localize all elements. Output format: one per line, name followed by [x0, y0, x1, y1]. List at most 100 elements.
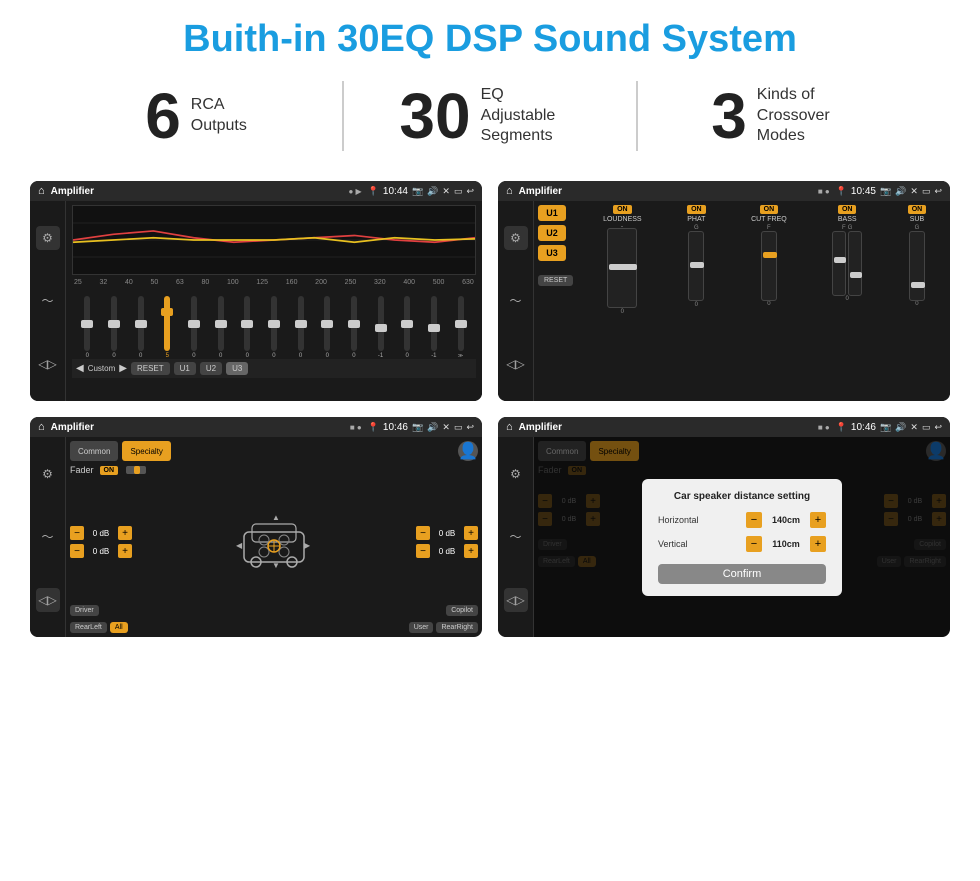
svg-text:▼: ▼ — [272, 561, 280, 570]
eq-slider-11[interactable]: 0 — [351, 296, 357, 359]
distance-speaker-icon[interactable]: ◁▷ — [504, 588, 528, 612]
eq-wave-icon[interactable]: 〜 — [36, 289, 60, 313]
user-btn[interactable]: User — [409, 622, 434, 633]
stat-eq: 30 EQ AdjustableSegments — [354, 84, 626, 148]
crossover-reset-btn[interactable]: RESET — [538, 275, 573, 286]
home-icon-4[interactable]: ⌂ — [506, 421, 513, 433]
copilot-btn[interactable]: Copilot — [446, 605, 478, 616]
camera-icon-4: 📷 — [880, 422, 891, 433]
distance-back-icon[interactable]: ↩ — [934, 422, 942, 433]
eq-slider-6[interactable]: 0 — [218, 296, 224, 359]
db-plus-3[interactable]: + — [464, 526, 478, 540]
eq-speaker-icon[interactable]: ◁▷ — [36, 352, 60, 376]
crossover-back-icon[interactable]: ↩ — [934, 186, 942, 197]
eq-slider-5[interactable]: 0 — [191, 296, 197, 359]
location-icon-4: 📍 — [836, 422, 847, 433]
modal-horizontal-row: Horizontal − 140cm + — [658, 512, 826, 528]
rearright-btn[interactable]: RearRight — [436, 622, 478, 633]
eq-time: 10:44 — [383, 186, 408, 197]
eq-status-icons: 📍 10:44 📷 🔊 ✕ ▭ ↩ — [368, 186, 474, 197]
distance-filter-icon[interactable]: ⚙ — [504, 462, 528, 486]
bass-slider-g[interactable] — [848, 231, 862, 296]
eq-rect-icon: ▭ — [454, 186, 463, 197]
eq-next-btn[interactable]: ▶ — [119, 363, 127, 374]
eq-back-icon[interactable]: ↩ — [466, 186, 474, 197]
eq-slider-12[interactable]: -1 — [378, 296, 384, 359]
camera-icon-3: 📷 — [412, 422, 423, 433]
home-icon-3[interactable]: ⌂ — [38, 421, 45, 433]
fader-speaker-icon[interactable]: ◁▷ — [36, 588, 60, 612]
crossover-filter-icon[interactable]: ⚙ — [504, 226, 528, 250]
home-icon-2[interactable]: ⌂ — [506, 185, 513, 197]
bass-slider-f[interactable] — [832, 231, 846, 296]
stat-divider-2 — [636, 81, 638, 151]
location-icon-3: 📍 — [368, 422, 379, 433]
sub-slider[interactable] — [909, 231, 925, 301]
eq-u3-btn[interactable]: U3 — [226, 362, 248, 375]
specialty-tab[interactable]: Specialty — [122, 441, 170, 461]
fader-back-icon[interactable]: ↩ — [466, 422, 474, 433]
cutfreq-label: CUT FREQ — [751, 216, 787, 223]
fader-on-btn[interactable]: ON — [100, 466, 119, 475]
db-plus-1[interactable]: + — [118, 526, 132, 540]
phat-slider[interactable] — [688, 231, 704, 301]
home-icon[interactable]: ⌂ — [38, 185, 45, 197]
eq-slider-10[interactable]: 0 — [324, 296, 330, 359]
fader-status-bar: ⌂ Amplifier ■ ● 📍 10:46 📷 🔊 ✕ ▭ ↩ — [30, 417, 482, 437]
horizontal-plus-btn[interactable]: + — [810, 512, 826, 528]
eq-slider-14[interactable]: -1 — [431, 296, 437, 359]
vertical-minus-btn[interactable]: − — [746, 536, 762, 552]
speaker-icon-2: 🔊 — [895, 186, 906, 197]
preset-u2-btn[interactable]: U2 — [538, 225, 566, 241]
fader-slider-mini[interactable] — [126, 466, 146, 474]
eq-slider-1[interactable]: 0 — [84, 296, 90, 359]
crossover-wave-icon[interactable]: 〜 — [504, 289, 528, 313]
eq-prev-btn[interactable]: ◀ — [76, 363, 84, 374]
eq-slider-7[interactable]: 0 — [244, 296, 250, 359]
eq-app-title: Amplifier — [51, 186, 94, 197]
distance-app-title: Amplifier — [519, 422, 562, 433]
eq-slider-9[interactable]: 0 — [298, 296, 304, 359]
eq-slider-4[interactable]: 5 — [164, 296, 170, 359]
eq-slider-3[interactable]: 0 — [138, 296, 144, 359]
all-btn[interactable]: All — [110, 622, 128, 633]
distance-wave-icon[interactable]: 〜 — [504, 525, 528, 549]
crossover-status-bar: ⌂ Amplifier ■ ● 📍 10:45 📷 🔊 ✕ ▭ ↩ — [498, 181, 950, 201]
preset-u3-btn[interactable]: U3 — [538, 245, 566, 261]
eq-reset-btn[interactable]: RESET — [131, 362, 170, 375]
db-minus-2[interactable]: − — [70, 544, 84, 558]
crossover-screen: ⚙ 〜 ◁▷ U1 U2 U3 RESET ON LOUDNESS — [498, 201, 950, 401]
eq-slider-2[interactable]: 0 — [111, 296, 117, 359]
eq-slider-8[interactable]: 0 — [271, 296, 277, 359]
db-minus-4[interactable]: − — [416, 544, 430, 558]
driver-btn[interactable]: Driver — [70, 605, 99, 616]
horizontal-minus-btn[interactable]: − — [746, 512, 762, 528]
distance-rect-icon: ▭ — [922, 422, 931, 433]
cutfreq-slider[interactable] — [761, 231, 777, 301]
vertical-plus-btn[interactable]: + — [810, 536, 826, 552]
rearleft-btn[interactable]: RearLeft — [70, 622, 107, 633]
stat-label-rca: RCAOutputs — [191, 95, 247, 137]
eq-slider-15[interactable]: ≫ — [458, 296, 464, 359]
db-minus-3[interactable]: − — [416, 526, 430, 540]
fader-screen-wrapper: ⚙ 〜 ◁▷ Common Specialty 👤 Fader ON — [30, 437, 482, 637]
db-plus-2[interactable]: + — [118, 544, 132, 558]
common-tab[interactable]: Common — [70, 441, 118, 461]
preset-u1-btn[interactable]: U1 — [538, 205, 566, 221]
eq-slider-13[interactable]: 0 — [404, 296, 410, 359]
confirm-btn[interactable]: Confirm — [658, 564, 826, 584]
db-plus-4[interactable]: + — [464, 544, 478, 558]
db-minus-1[interactable]: − — [70, 526, 84, 540]
loudness-slider[interactable] — [607, 228, 637, 308]
fader-visual: − 0 dB + − 0 dB + — [70, 481, 478, 603]
fader-filter-icon[interactable]: ⚙ — [36, 462, 60, 486]
eq-u1-btn[interactable]: U1 — [174, 362, 196, 375]
crossover-speaker-icon[interactable]: ◁▷ — [504, 352, 528, 376]
crossover-main: U1 U2 U3 RESET ON LOUDNESS — [534, 201, 950, 401]
ctrl-loudness: ON LOUDNESS 0 — [603, 205, 642, 315]
eq-filter-icon[interactable]: ⚙ — [36, 226, 60, 250]
fader-wave-icon[interactable]: 〜 — [36, 525, 60, 549]
eq-u2-btn[interactable]: U2 — [200, 362, 222, 375]
fader-time: 10:46 — [383, 422, 408, 433]
distance-sidebar: ⚙ 〜 ◁▷ — [498, 437, 534, 637]
